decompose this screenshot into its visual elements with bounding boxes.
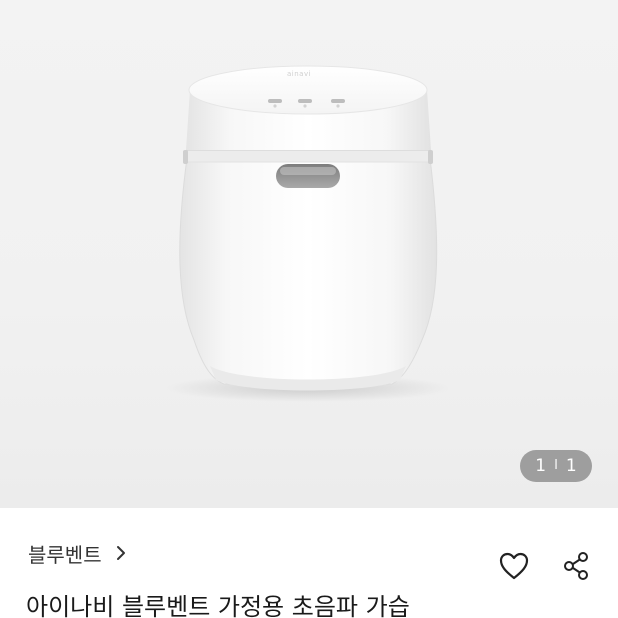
- product-title: 아이나비 블루벤트 가정용 초음파 가습: [26, 593, 410, 618]
- heart-icon: [499, 552, 529, 580]
- image-pager: 1 I 1: [520, 450, 592, 482]
- store-name: 블루벤트: [28, 542, 102, 567]
- pager-total: 1: [565, 456, 577, 476]
- device-brand-label: ainavi: [287, 70, 312, 78]
- share-icon: [564, 552, 588, 580]
- like-button[interactable]: [496, 548, 532, 584]
- product-actions: [496, 548, 594, 584]
- product-image-gallery[interactable]: ainavi 1 I 1: [0, 0, 618, 508]
- store-link[interactable]: 블루벤트: [28, 538, 128, 568]
- share-button[interactable]: [558, 548, 594, 584]
- pager-current: 1: [535, 456, 547, 476]
- pager-separator: I: [554, 458, 558, 473]
- chevron-right-icon: [116, 546, 125, 560]
